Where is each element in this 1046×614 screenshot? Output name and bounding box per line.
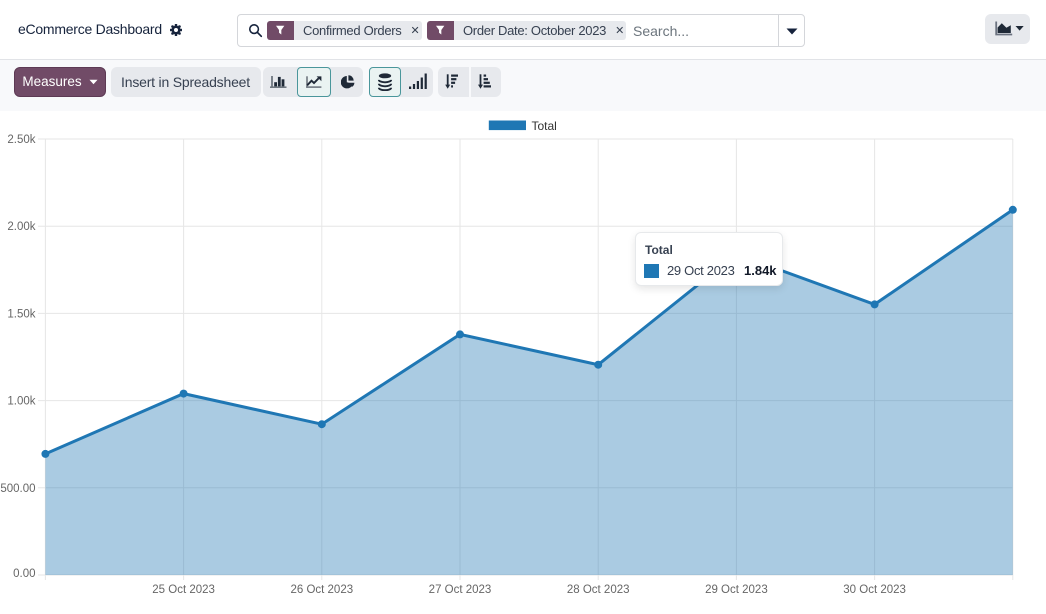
svg-text:2.00k: 2.00k	[7, 221, 35, 233]
svg-text:28 Oct 2023: 28 Oct 2023	[567, 584, 630, 596]
svg-text:0.00: 0.00	[13, 568, 35, 580]
svg-text:500.00: 500.00	[0, 483, 35, 495]
svg-text:Total: Total	[532, 119, 557, 133]
svg-text:1.00k: 1.00k	[7, 396, 35, 408]
svg-text:26 Oct 2023: 26 Oct 2023	[290, 584, 353, 596]
svg-text:29 Oct 2023: 29 Oct 2023	[705, 584, 768, 596]
svg-text:25 Oct 2023: 25 Oct 2023	[152, 584, 215, 596]
svg-text:1.50k: 1.50k	[7, 308, 35, 320]
svg-text:27 Oct 2023: 27 Oct 2023	[429, 584, 492, 596]
svg-text:2.50k: 2.50k	[7, 134, 35, 146]
svg-text:30 Oct 2023: 30 Oct 2023	[843, 584, 906, 596]
